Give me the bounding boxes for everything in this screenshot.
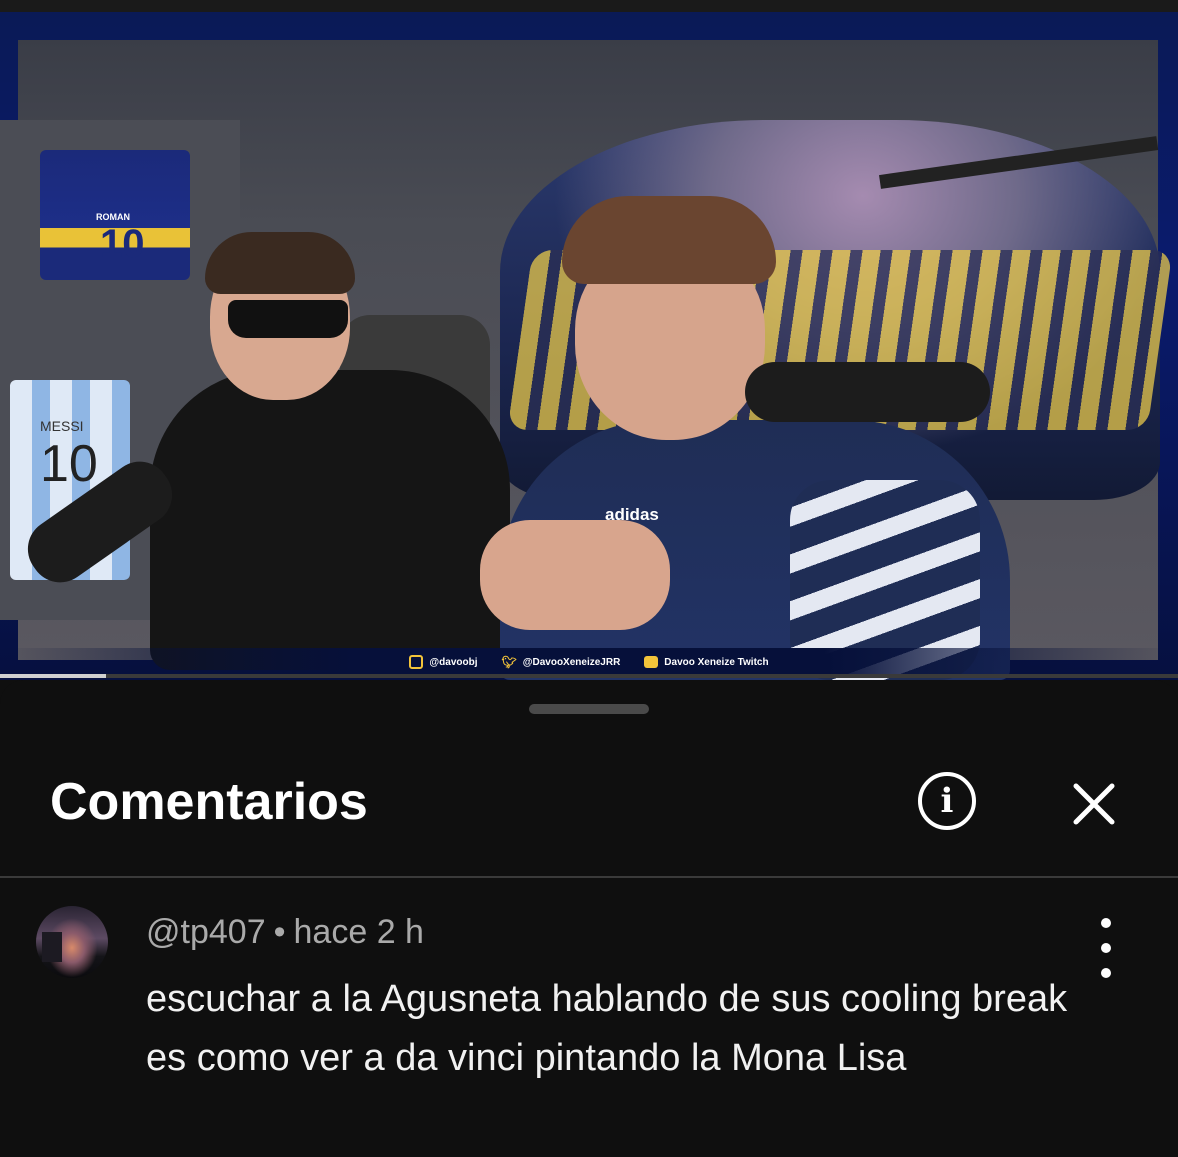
jersey-roman-name: ROMAN bbox=[96, 212, 130, 222]
meta-separator: • bbox=[273, 913, 286, 951]
more-vertical-icon-dot bbox=[1101, 943, 1111, 953]
info-icon: i bbox=[940, 781, 954, 821]
comments-sheet: Comentarios i @tp407 • hace 2 h escuchar a… bbox=[0, 680, 1178, 1157]
comments-title: Comentarios bbox=[50, 773, 368, 831]
more-vertical-icon-dot bbox=[1101, 968, 1111, 978]
jersey-roman: ROMAN 10 bbox=[40, 150, 190, 280]
microphone-right bbox=[745, 362, 990, 422]
person-left bbox=[150, 370, 510, 670]
drag-handle[interactable] bbox=[529, 704, 649, 714]
overlay-twitch: Davoo Xeneize Twitch bbox=[644, 656, 769, 668]
jersey-roman-number: 10 bbox=[100, 222, 145, 266]
avatar[interactable] bbox=[36, 906, 108, 978]
overlay-twitter-handle: @DavooXeneizeJRR bbox=[522, 656, 621, 668]
jersey-messi-number: 10 bbox=[40, 435, 98, 493]
comment-meta: @tp407 • hace 2 h bbox=[146, 912, 424, 952]
close-icon bbox=[1073, 783, 1115, 825]
comment-text: escuchar a la Agusneta hablando de sus c… bbox=[146, 978, 1068, 1079]
overlay-twitch-handle: Davoo Xeneize Twitch bbox=[664, 656, 769, 668]
twitter-icon: 🐦︎ bbox=[501, 655, 517, 669]
status-strip bbox=[0, 0, 1178, 12]
overlay-instagram-handle: @davoobj bbox=[429, 656, 478, 668]
sunglasses bbox=[228, 300, 348, 338]
overlay-twitter: 🐦︎ @DavooXeneizeJRR bbox=[502, 655, 621, 669]
stream-overlay-bar: @davoobj 🐦︎ @DavooXeneizeJRR Davoo Xenei… bbox=[0, 648, 1178, 676]
overlay-instagram: @davoobj bbox=[409, 655, 478, 669]
comment-more-button[interactable] bbox=[1090, 918, 1122, 978]
video-player[interactable]: ROMAN 10 MESSI 10 adidas @davoobj 🐦︎ @Da… bbox=[0, 0, 1178, 680]
youtube-icon bbox=[644, 656, 659, 668]
jersey-messi-name: MESSI bbox=[40, 418, 84, 434]
more-vertical-icon bbox=[1101, 918, 1111, 928]
comment-time: hace 2 h bbox=[293, 913, 424, 951]
info-button[interactable]: i bbox=[918, 772, 976, 830]
person-left-hair bbox=[205, 232, 355, 294]
instagram-icon bbox=[409, 655, 424, 669]
video-progress-fill bbox=[0, 674, 107, 678]
avatar-building bbox=[42, 932, 62, 962]
video-progress-bar[interactable] bbox=[0, 674, 1178, 678]
close-button[interactable] bbox=[1068, 778, 1120, 830]
comment-item: @tp407 • hace 2 h escuchar a la Agusneta h… bbox=[0, 878, 1178, 1157]
person-right-hair bbox=[562, 196, 776, 284]
comment-author[interactable]: @tp407 bbox=[146, 913, 266, 951]
person-right-hands bbox=[480, 520, 670, 630]
